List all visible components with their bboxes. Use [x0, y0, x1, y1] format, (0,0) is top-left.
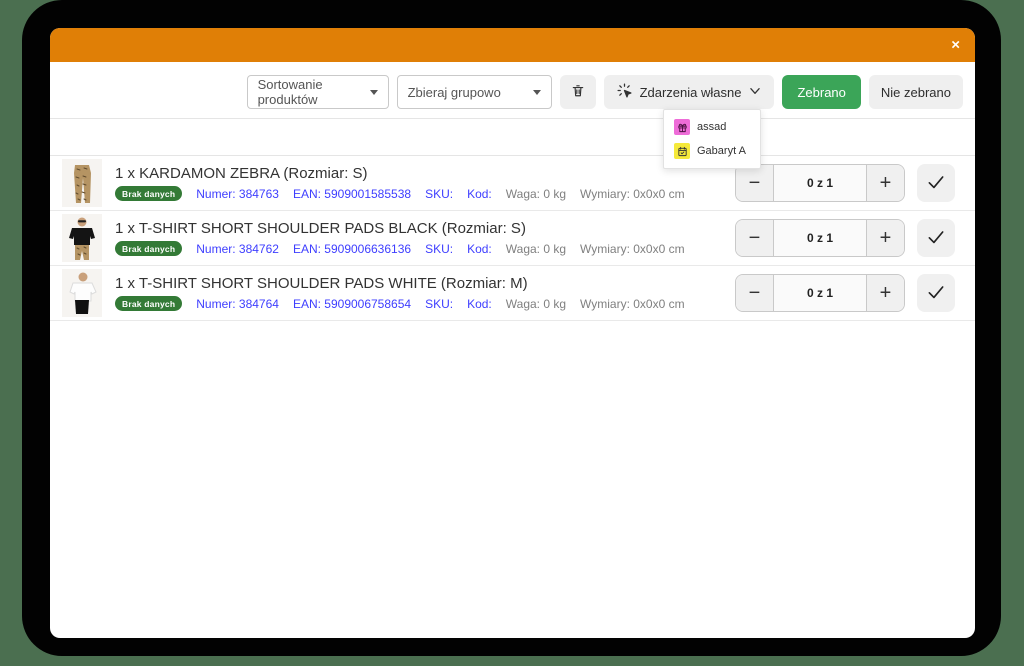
collected-button[interactable]: Zebrano — [782, 75, 860, 109]
sort-products-select[interactable]: Sortowanie produktów — [247, 75, 389, 109]
quantity-value: 0 z 1 — [774, 275, 866, 311]
gift-icon — [674, 119, 690, 135]
product-dimensions: Wymiary: 0x0x0 cm — [580, 297, 685, 311]
white-tshirt-photo — [62, 269, 102, 317]
confirm-check-button[interactable] — [917, 219, 955, 257]
product-row: 1 x T-SHIRT SHORT SHOULDER PADS WHITE (R… — [50, 266, 975, 321]
quantity-stepper: − 0 z 1 + — [735, 274, 905, 312]
decrease-button[interactable]: − — [736, 165, 774, 201]
trash-icon — [571, 83, 585, 101]
product-dimensions: Wymiary: 0x0x0 cm — [580, 187, 685, 201]
event-menu-item-gabaryt-a[interactable]: Gabaryt A — [664, 139, 760, 163]
no-data-badge: Brak danych — [115, 241, 182, 256]
check-icon — [926, 282, 946, 305]
check-icon — [926, 172, 946, 195]
product-weight: Waga: 0 kg — [506, 187, 566, 201]
product-weight: Waga: 0 kg — [506, 297, 566, 311]
product-number: Numer: 384764 — [196, 297, 279, 311]
caret-down-icon — [533, 90, 541, 95]
product-number: Numer: 384763 — [196, 187, 279, 201]
product-sku: SKU: — [425, 297, 453, 311]
caret-down-icon — [370, 90, 378, 95]
zebra-pants-photo — [62, 159, 102, 207]
sort-products-select-value: Sortowanie produktów — [258, 77, 364, 107]
product-kod: Kod: — [467, 187, 492, 201]
increase-button[interactable]: + — [866, 220, 904, 256]
increase-button[interactable]: + — [866, 165, 904, 201]
product-ean: EAN: 5909006758654 — [293, 297, 411, 311]
quantity-stepper: − 0 z 1 + — [735, 164, 905, 202]
product-details: Brak danych Numer: 384764 EAN: 590900675… — [115, 296, 735, 311]
product-number: Numer: 384762 — [196, 242, 279, 256]
product-details: Brak danych Numer: 384763 EAN: 590900158… — [115, 186, 735, 201]
quantity-stepper: − 0 z 1 + — [735, 219, 905, 257]
chevron-down-icon — [748, 84, 762, 101]
product-ean: EAN: 5909001585538 — [293, 187, 411, 201]
check-icon — [926, 227, 946, 250]
product-row: 1 x T-SHIRT SHORT SHOULDER PADS BLACK (R… — [50, 211, 975, 266]
modal-header: × — [50, 28, 975, 62]
custom-events-button[interactable]: Zdarzenia własne — [604, 75, 775, 109]
list-header-spacer — [50, 119, 975, 156]
product-sku: SKU: — [425, 187, 453, 201]
confirm-check-button[interactable] — [917, 164, 955, 202]
product-dimensions: Wymiary: 0x0x0 cm — [580, 242, 685, 256]
product-row: 1 x KARDAMON ZEBRA (Rozmiar: S) Brak dan… — [50, 156, 975, 211]
row-controls: − 0 z 1 + — [735, 219, 955, 257]
decrease-button[interactable]: − — [736, 275, 774, 311]
product-sku: SKU: — [425, 242, 453, 256]
custom-events-menu: assad Gabaryt A — [663, 109, 761, 169]
custom-events-button-label: Zdarzenia własne — [640, 85, 742, 100]
event-menu-item-label: assad — [697, 121, 726, 133]
not-collected-button[interactable]: Nie zebrano — [869, 75, 963, 109]
product-details: Brak danych Numer: 384762 EAN: 590900663… — [115, 241, 735, 256]
confirm-check-button[interactable] — [917, 274, 955, 312]
product-info: 1 x T-SHIRT SHORT SHOULDER PADS WHITE (R… — [115, 275, 735, 311]
black-tshirt-photo — [62, 214, 102, 262]
no-data-badge: Brak danych — [115, 296, 182, 311]
product-kod: Kod: — [467, 297, 492, 311]
row-controls: − 0 z 1 + — [735, 274, 955, 312]
product-title: 1 x T-SHIRT SHORT SHOULDER PADS WHITE (R… — [115, 275, 735, 292]
toolbar: Sortowanie produktów Zbieraj grupowo Zda… — [50, 62, 975, 109]
picking-modal-window: × Sortowanie produktów Zbieraj grupowo Z… — [50, 28, 975, 638]
product-info: 1 x KARDAMON ZEBRA (Rozmiar: S) Brak dan… — [115, 165, 735, 201]
product-list: 1 x KARDAMON ZEBRA (Rozmiar: S) Brak dan… — [50, 118, 975, 321]
increase-button[interactable]: + — [866, 275, 904, 311]
event-menu-item-label: Gabaryt A — [697, 145, 746, 157]
product-weight: Waga: 0 kg — [506, 242, 566, 256]
row-controls: − 0 z 1 + — [735, 164, 955, 202]
no-data-badge: Brak danych — [115, 186, 182, 201]
decrease-button[interactable]: − — [736, 220, 774, 256]
event-menu-item-assad[interactable]: assad — [664, 115, 760, 139]
quantity-value: 0 z 1 — [774, 165, 866, 201]
calendar-check-icon — [674, 143, 690, 159]
close-button[interactable]: × — [951, 38, 960, 53]
delete-button[interactable] — [560, 75, 596, 109]
product-kod: Kod: — [467, 242, 492, 256]
collect-group-select-value: Zbieraj grupowo — [408, 85, 501, 100]
quantity-value: 0 z 1 — [774, 220, 866, 256]
product-title: 1 x T-SHIRT SHORT SHOULDER PADS BLACK (R… — [115, 220, 735, 237]
product-title: 1 x KARDAMON ZEBRA (Rozmiar: S) — [115, 165, 735, 182]
product-info: 1 x T-SHIRT SHORT SHOULDER PADS BLACK (R… — [115, 220, 735, 256]
collect-group-select[interactable]: Zbieraj grupowo — [397, 75, 552, 109]
cursor-click-icon — [616, 82, 633, 102]
product-ean: EAN: 5909006636136 — [293, 242, 411, 256]
